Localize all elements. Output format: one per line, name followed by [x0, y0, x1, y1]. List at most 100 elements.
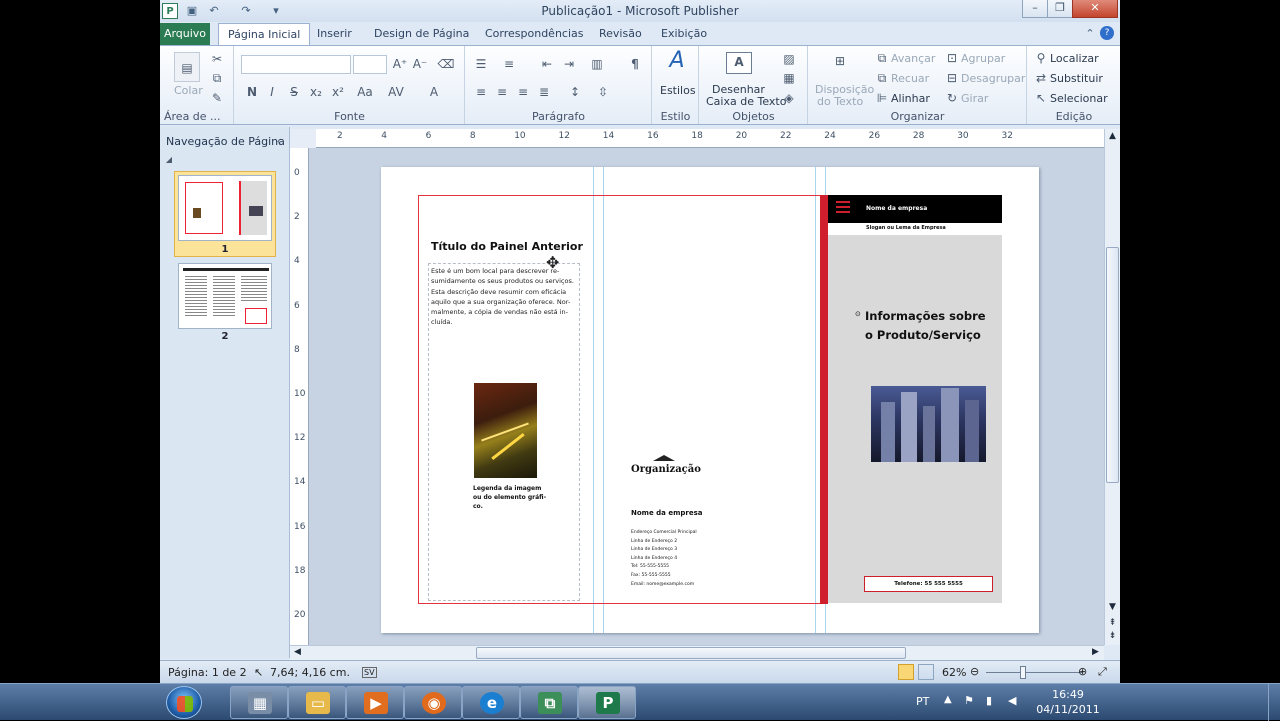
change-case-button[interactable]: Aa — [353, 83, 377, 101]
styles-button-label[interactable]: Estilos — [660, 84, 696, 97]
vertical-scrollbar[interactable]: ▲ ▼ ⇞ ⇟ — [1104, 129, 1120, 645]
volume-icon[interactable]: ◀ — [1008, 694, 1016, 707]
line-spacing-icon[interactable]: ↕ — [566, 83, 584, 101]
left-panel-title[interactable]: Título do Painel Anterior — [431, 240, 583, 253]
page-2-thumbnail[interactable] — [178, 263, 272, 329]
cover-header-bar[interactable]: Nome da empresa — [828, 195, 1002, 223]
tab-file[interactable]: Arquivo — [160, 23, 210, 45]
font-size-box[interactable] — [353, 55, 387, 74]
strikethrough-button[interactable]: S — [285, 83, 303, 101]
zoom-slider-track[interactable] — [986, 672, 1082, 673]
align-objects-label[interactable]: Alinhar — [891, 92, 930, 105]
numbering-icon[interactable]: ≡ — [500, 55, 518, 73]
vertical-ruler[interactable]: 0 2 4 6 8 10 12 14 16 18 20 — [290, 148, 309, 645]
columns-icon[interactable]: ▥ — [588, 55, 606, 73]
clear-format-icon[interactable]: ⌫ — [437, 55, 455, 73]
horizontal-ruler[interactable]: 2 4 6 8 10 12 14 16 18 20 22 24 26 28 30 32 — [316, 129, 1104, 148]
replace-label[interactable]: Substituir — [1050, 72, 1103, 85]
tab-insert[interactable]: Inserir — [308, 23, 361, 45]
company-name[interactable]: Nome da empresa — [631, 509, 702, 517]
close-button[interactable]: ✕ — [1072, 0, 1118, 18]
action-center-icon[interactable]: ⚑ — [964, 694, 974, 707]
collapse-ribbon-icon[interactable]: ⌃ — [1082, 26, 1098, 42]
draw-textbox-label-2[interactable]: Caixa de Texto — [706, 95, 786, 108]
scroll-up-icon[interactable]: ▲ — [1105, 131, 1120, 141]
bullets-icon[interactable]: ☰ — [472, 55, 490, 73]
organization-title[interactable]: Organização — [631, 464, 701, 475]
italic-button[interactable]: I — [263, 83, 281, 101]
start-button[interactable] — [166, 686, 202, 719]
char-spacing-icon[interactable]: AV — [387, 83, 405, 101]
wrap-text-label-2[interactable]: do Texto — [817, 95, 863, 108]
taskbar-network[interactable]: ⧉ — [520, 686, 578, 719]
page-1-thumbnail[interactable] — [178, 175, 272, 241]
minimize-button[interactable]: – — [1022, 0, 1048, 18]
next-page-icon[interactable]: ⇟ — [1105, 631, 1120, 641]
tab-page-design[interactable]: Design de Página — [365, 23, 478, 45]
scroll-down-icon[interactable]: ▼ — [1105, 602, 1120, 612]
bring-forward-icon[interactable]: ⧉ — [873, 49, 891, 67]
grow-font-icon[interactable]: A⁺ — [391, 55, 409, 73]
two-page-view-icon[interactable] — [918, 664, 934, 680]
draw-textbox-icon[interactable]: A — [726, 52, 752, 74]
send-backward-icon[interactable]: ⧉ — [873, 69, 891, 87]
phone-box[interactable]: Telefone: 55 555 5555 — [864, 576, 993, 592]
zoom-slider-thumb[interactable] — [1019, 666, 1026, 679]
help-icon[interactable]: ? — [1100, 26, 1114, 40]
paste-icon[interactable]: ▤ — [174, 52, 200, 82]
find-icon[interactable]: ⚲ — [1032, 49, 1050, 67]
superscript-button[interactable]: x² — [329, 83, 347, 101]
image-caption[interactable]: Legenda da imagem ou do elemento gráfi- … — [473, 484, 546, 511]
font-color-icon[interactable]: A — [425, 83, 443, 101]
select-label[interactable]: Selecionar — [1050, 92, 1108, 105]
cut-icon[interactable]: ✂ — [208, 50, 226, 68]
slogan-bar[interactable]: Slogan ou Lema da Empresa — [828, 223, 1002, 235]
ungroup-icon[interactable]: ⊟ — [943, 69, 961, 87]
paragraph-spacing-icon[interactable]: ⇳ — [594, 83, 612, 101]
justify-icon[interactable]: ≣ — [535, 83, 553, 101]
zoom-out-icon[interactable]: ⊖ — [970, 665, 979, 678]
network-status-icon[interactable]: ▮ — [986, 694, 992, 707]
left-panel-body[interactable]: Este é um bom local para descrever re- s… — [431, 266, 579, 328]
night-road-image[interactable] — [474, 383, 537, 478]
paste-label[interactable]: Colar — [174, 84, 203, 97]
previous-page-icon[interactable]: ⇞ — [1105, 618, 1120, 628]
address-block[interactable]: Endereço Comercial Principal Linha de En… — [631, 529, 697, 589]
styles-icon[interactable]: A — [665, 50, 689, 78]
rotate-label[interactable]: Girar — [961, 92, 988, 105]
taskbar-publisher[interactable]: P — [578, 686, 636, 719]
replace-icon[interactable]: ⇄ — [1032, 69, 1050, 87]
show-marks-button[interactable]: ¶ — [626, 55, 644, 73]
vertical-scroll-thumb[interactable] — [1106, 247, 1119, 483]
zoom-level[interactable]: 62% — [942, 666, 966, 679]
clock-time[interactable]: 16:49 — [1040, 688, 1096, 701]
align-center-icon[interactable]: ≡ — [493, 83, 511, 101]
city-skyline-image[interactable] — [871, 386, 986, 462]
taskbar-explorer[interactable]: ▭ — [288, 686, 346, 719]
expand-icon[interactable]: ◢ — [164, 151, 174, 169]
taskbar-firefox[interactable]: ◉ — [404, 686, 462, 719]
copy-icon[interactable]: ⧉ — [208, 69, 226, 87]
show-desktop-button[interactable] — [1268, 684, 1280, 721]
taskbar-internet-explorer[interactable]: e — [462, 686, 520, 719]
maximize-button[interactable]: ❐ — [1047, 0, 1073, 18]
picture-icon[interactable]: ▨ — [780, 50, 798, 68]
send-backward-label[interactable]: Recuar — [891, 72, 929, 85]
subscript-button[interactable]: x₂ — [307, 83, 325, 101]
taskbar-calculator[interactable]: ▦ — [230, 686, 288, 719]
macro-record-icon[interactable]: SV — [362, 667, 377, 678]
align-left-icon[interactable]: ≡ — [472, 83, 490, 101]
find-label[interactable]: Localizar — [1050, 52, 1099, 65]
logo-shape[interactable] — [653, 455, 675, 461]
scroll-left-icon[interactable]: ◀ — [294, 647, 301, 657]
input-language[interactable]: PT — [916, 695, 929, 708]
scroll-right-icon[interactable]: ▶ — [1092, 647, 1099, 657]
collapse-pane-icon[interactable]: ‹ — [270, 132, 288, 150]
tab-mailings[interactable]: Correspondências — [476, 23, 593, 45]
group-label[interactable]: Agrupar — [961, 52, 1005, 65]
wrap-text-icon[interactable]: ⊞ — [829, 52, 851, 70]
rotate-icon[interactable]: ↻ — [943, 89, 961, 107]
shrink-font-icon[interactable]: A⁻ — [411, 55, 429, 73]
increase-indent-icon[interactable]: ⇥ — [560, 55, 578, 73]
bold-button[interactable]: N — [243, 83, 261, 101]
